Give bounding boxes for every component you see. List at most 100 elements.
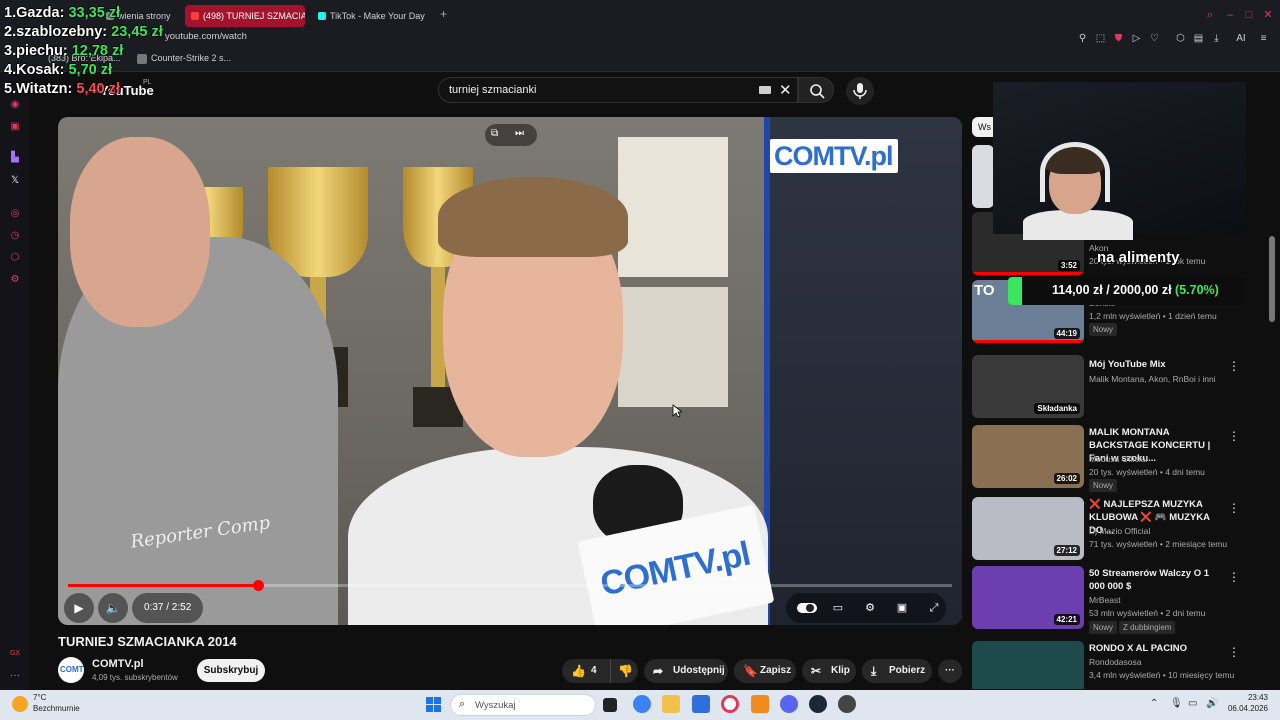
- screenshot-icon[interactable]: ⬚: [1095, 33, 1106, 44]
- video-title[interactable]: RONDO X AL PACINO: [1089, 642, 1224, 655]
- list-item[interactable]: RONDO X AL PACINO Rondodasosa 3,4 mln wy…: [972, 641, 1262, 689]
- discord-icon[interactable]: [780, 695, 798, 713]
- autoplay-toggle[interactable]: [796, 601, 818, 615]
- fullscreen-icon[interactable]: ⤢: [926, 601, 942, 615]
- search-icon[interactable]: ⌕: [1204, 9, 1216, 21]
- extensions-icon[interactable]: ⬡: [9, 252, 21, 264]
- channel-avatar[interactable]: COMTV: [58, 657, 84, 683]
- save-button[interactable]: 🔖 Zapisz: [734, 659, 796, 683]
- list-item[interactable]: 26:02 MALIK MONTANA BACKSTAGE KONCERTU |…: [972, 425, 1262, 492]
- weather-temperature[interactable]: 7°C: [33, 693, 46, 702]
- ai-button[interactable]: AI: [1232, 33, 1250, 44]
- share-button[interactable]: ➦ Udostępnij: [644, 659, 728, 683]
- tab-tiktok[interactable]: TikTok - Make Your Day: [312, 5, 432, 27]
- video-thumbnail[interactable]: Składanka: [972, 355, 1084, 418]
- subtitles-icon[interactable]: ▭: [830, 601, 846, 615]
- vlc-icon[interactable]: [751, 695, 769, 713]
- clip-button[interactable]: ✂ Klip: [802, 659, 856, 683]
- voice-search-button[interactable]: [846, 77, 874, 105]
- address-bar[interactable]: youtube.com/watch ⚲ ⬚ ⛊ ▷ ♡ ⬡ ▤ ⤓ AI ≡: [0, 30, 1280, 46]
- channel-name[interactable]: Medusa Official: [1089, 454, 1147, 464]
- close-icon[interactable]: ✕: [1262, 9, 1274, 21]
- clock-time[interactable]: 23:43: [1222, 693, 1268, 702]
- video-thumbnail[interactable]: [972, 641, 1084, 689]
- task-view-icon[interactable]: [603, 698, 617, 712]
- shield-icon[interactable]: ⛊: [1113, 33, 1124, 44]
- video-title[interactable]: 50 Streamerów Walczy O 1 000 000 $: [1089, 567, 1224, 593]
- minimize-icon[interactable]: –: [1224, 9, 1236, 21]
- channel-name[interactable]: Rondodasosa: [1089, 657, 1141, 667]
- file-explorer-icon[interactable]: [662, 695, 680, 713]
- scrollbar[interactable]: [1269, 236, 1275, 322]
- gx-icon[interactable]: GX: [9, 648, 21, 660]
- miniplayer-icon[interactable]: ⧉: [491, 128, 498, 139]
- steam-icon[interactable]: [809, 695, 827, 713]
- menu-icon[interactable]: ≡: [1258, 33, 1269, 44]
- channel-name[interactable]: Dj Mazio Official: [1089, 526, 1150, 536]
- donor-name: 2.szablozebny:: [4, 24, 108, 40]
- search-query[interactable]: turniej szmacianki: [449, 84, 536, 96]
- search-button[interactable]: [798, 77, 834, 103]
- clear-search-icon[interactable]: ✕: [779, 81, 792, 99]
- clock-date[interactable]: 06.04.2026: [1200, 704, 1268, 713]
- player-icon[interactable]: ▣: [9, 121, 21, 133]
- list-item[interactable]: 42:21 50 Streamerów Walczy O 1 000 000 $…: [972, 566, 1262, 634]
- more-options-icon[interactable]: ⋮: [1228, 429, 1240, 443]
- channel-name[interactable]: COMTV.pl: [92, 658, 144, 670]
- like-count: 4: [591, 665, 597, 676]
- x-icon[interactable]: 𝕏: [9, 175, 21, 187]
- app-icon[interactable]: [633, 695, 651, 713]
- history-icon[interactable]: ◷: [9, 230, 21, 242]
- more-options-icon[interactable]: ⋮: [1228, 570, 1240, 584]
- video-player[interactable]: Reporter Comp COMTV.pl COMTV.pl ⧉ ⏭ ▶ 🔈 …: [58, 117, 962, 625]
- keyboard-icon[interactable]: [759, 86, 771, 94]
- settings-icon[interactable]: ⚙: [862, 601, 878, 615]
- play-circle-icon[interactable]: ◎: [9, 208, 21, 220]
- download-button[interactable]: ⤓ Pobierz: [862, 659, 932, 683]
- weather-description[interactable]: Bezchmurnie: [33, 704, 80, 713]
- video-thumbnail[interactable]: 42:21: [972, 566, 1084, 629]
- play-button[interactable]: ▶: [64, 593, 94, 623]
- network-icon[interactable]: ▭: [1188, 698, 1197, 709]
- microphone-icon[interactable]: 🎙: [1170, 698, 1183, 709]
- store-icon[interactable]: [692, 695, 710, 713]
- more-icon[interactable]: ···: [9, 670, 21, 682]
- maximize-icon[interactable]: □: [1243, 9, 1255, 21]
- list-item[interactable]: Składanka Mój YouTube Mix Malik Montana,…: [972, 355, 1262, 419]
- heart-icon[interactable]: ♡: [1149, 33, 1160, 44]
- next-icon[interactable]: ⏭: [515, 128, 524, 139]
- tab-youtube[interactable]: (498) TURNIEJ SZMACIA: [185, 5, 305, 27]
- more-options-icon[interactable]: ⋮: [1228, 645, 1240, 659]
- more-options-icon[interactable]: ⋮: [1228, 359, 1240, 373]
- volume-button[interactable]: 🔈: [98, 593, 128, 623]
- download-icon[interactable]: ⤓: [1211, 33, 1222, 44]
- opera-gx-icon[interactable]: [721, 695, 739, 713]
- list-item[interactable]: 27:12 ❌ NAJLEPSZA MUZYKA KLUBOWA ❌ 🎮 MUZ…: [972, 497, 1262, 561]
- more-options-icon[interactable]: ⋮: [1228, 501, 1240, 515]
- channel-name[interactable]: MrBeast: [1089, 595, 1121, 605]
- progress-bar[interactable]: [68, 580, 952, 591]
- like-button[interactable]: 👍 4: [562, 659, 610, 683]
- dislike-button[interactable]: 👎: [610, 659, 638, 683]
- search-input[interactable]: turniej szmacianki ✕: [438, 77, 798, 103]
- theater-mode-icon[interactable]: ▣: [894, 601, 910, 615]
- twitch-icon[interactable]: ▙: [9, 152, 21, 164]
- app-icon[interactable]: [838, 695, 856, 713]
- settings-icon[interactable]: ⚙: [9, 274, 21, 286]
- video-thumbnail[interactable]: 27:12: [972, 497, 1084, 560]
- taskbar-search-input[interactable]: ⌕ Wyszukaj: [450, 694, 596, 716]
- wallet-icon[interactable]: ▤: [1193, 33, 1204, 44]
- messenger-icon[interactable]: ◉: [9, 99, 21, 111]
- new-tab-button[interactable]: +: [440, 7, 447, 21]
- windows-start-icon[interactable]: [426, 697, 441, 712]
- extensions-icon[interactable]: ⬡: [1175, 33, 1186, 44]
- video-thumbnail[interactable]: [972, 145, 994, 208]
- video-thumbnail[interactable]: 26:02: [972, 425, 1084, 488]
- weather-sun-icon[interactable]: [12, 696, 28, 712]
- subscribe-button[interactable]: Subskrybuj: [197, 659, 265, 682]
- play-icon[interactable]: ▷: [1131, 33, 1142, 44]
- video-title[interactable]: Mój YouTube Mix: [1089, 358, 1224, 371]
- tray-overflow-icon[interactable]: ⌃: [1150, 698, 1158, 709]
- pin-icon[interactable]: ⚲: [1077, 33, 1088, 44]
- more-actions-button[interactable]: ···: [938, 659, 962, 683]
